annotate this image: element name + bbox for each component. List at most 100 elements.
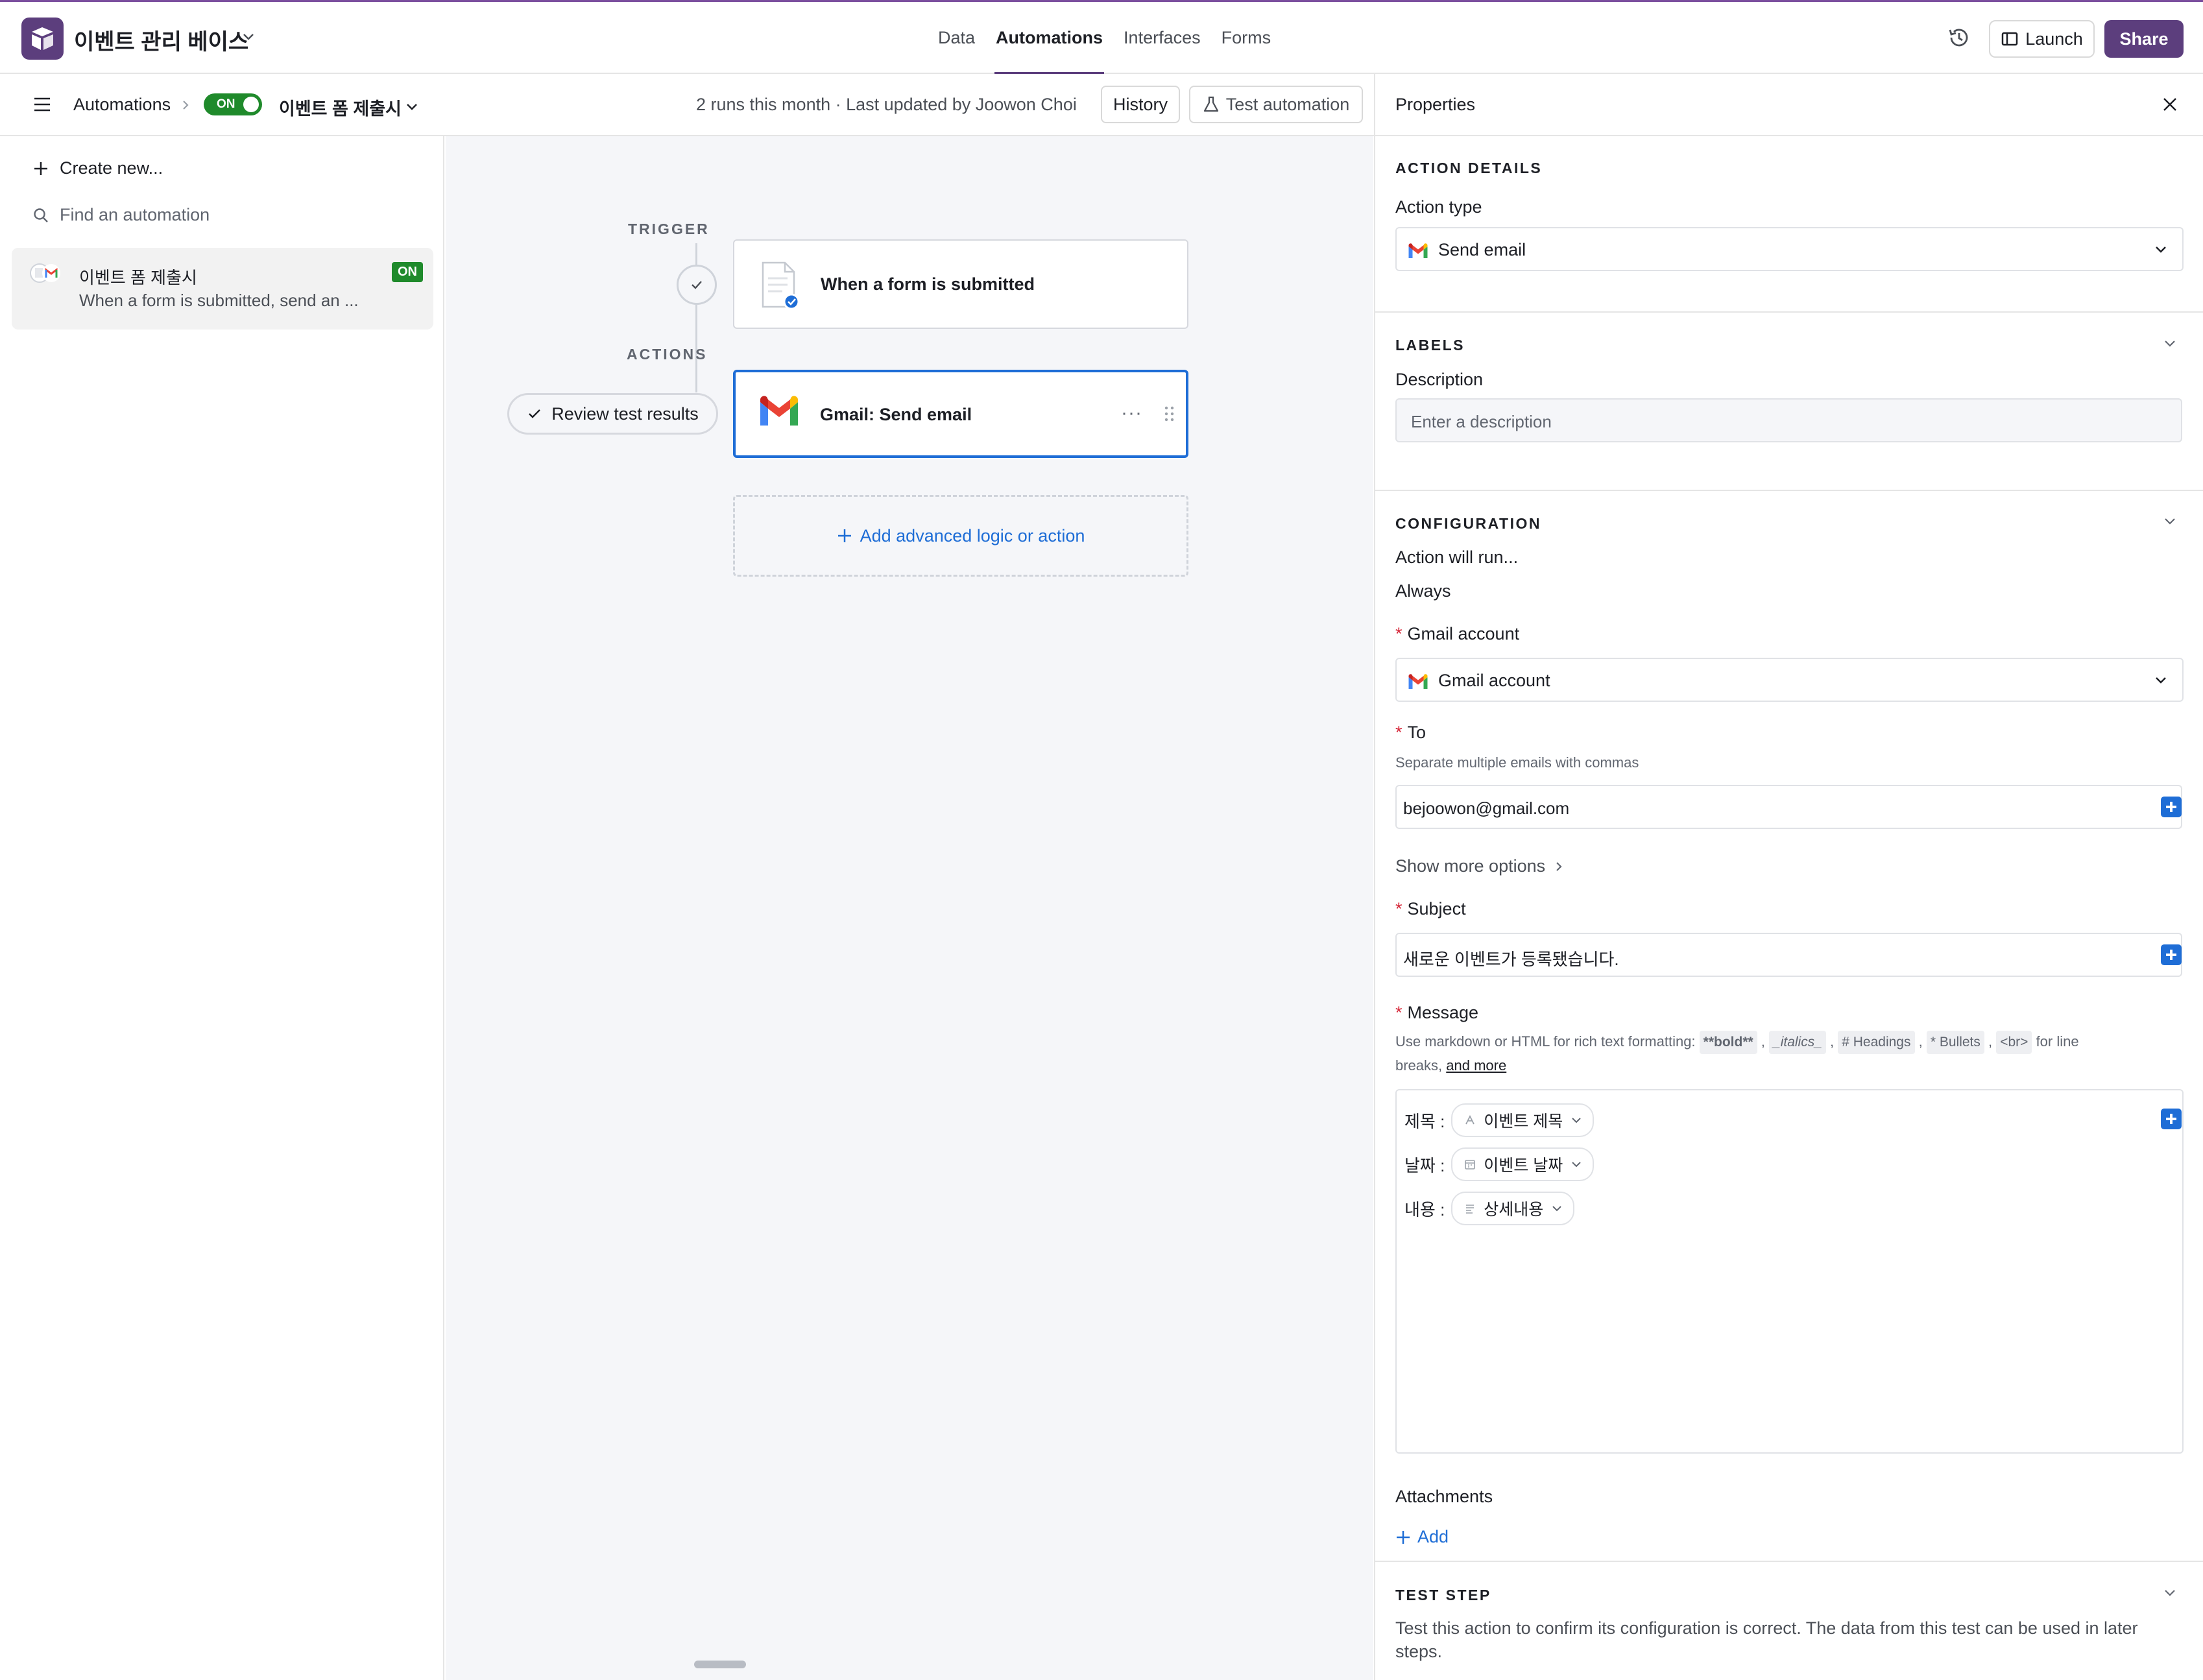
message-editor[interactable]: 제목 : 이벤트 제목 날짜 : 이벤트 날짜 내용 : 상세내용: [1395, 1089, 2184, 1454]
add-attachment-button[interactable]: Add: [1395, 1527, 1449, 1547]
status-badge: ON: [392, 262, 423, 282]
breadcrumb-automations[interactable]: Automations: [73, 95, 171, 115]
insert-field-button[interactable]: [2161, 1109, 2182, 1129]
text-field-icon: [1465, 1114, 1475, 1125]
action-type-value: Send email: [1438, 240, 1526, 259]
gmail-icon: [1408, 243, 1428, 258]
gmail-icon: [1408, 674, 1428, 689]
check-icon: [529, 409, 541, 418]
trigger-status-indicator: [677, 265, 717, 305]
code-br: <br>: [1996, 1031, 2032, 1054]
description-input[interactable]: Enter a description: [1395, 398, 2182, 442]
code-bold: **bold**: [1699, 1031, 1757, 1054]
launch-label: Launch: [2025, 29, 2083, 49]
section-divider: [1375, 311, 2203, 313]
to-label-text: To: [1407, 723, 1427, 742]
message-row: 내용 : 상세내용: [1404, 1192, 1575, 1225]
message-row-label: 내용 :: [1404, 1199, 1445, 1219]
form-gmail-icon: [30, 263, 60, 283]
trigger-section-label: TRIGGER: [628, 221, 710, 237]
show-more-options[interactable]: Show more options: [1395, 856, 1563, 876]
tab-data[interactable]: Data: [928, 2, 985, 74]
chevron-down-icon[interactable]: [2162, 1585, 2178, 1601]
automation-on-toggle[interactable]: ON: [204, 93, 262, 115]
automation-name[interactable]: 이벤트 폼 제출시: [279, 95, 402, 120]
message-help-text: Use markdown or HTML for rich text forma…: [1395, 1030, 2184, 1077]
sidebar-automation-item[interactable]: 이벤트 폼 제출시 When a form is submitted, send…: [12, 248, 433, 330]
show-more-options-label: Show more options: [1395, 856, 1546, 876]
tab-interfaces[interactable]: Interfaces: [1113, 2, 1211, 74]
field-token-chip[interactable]: 상세내용: [1451, 1192, 1575, 1225]
action-type-select[interactable]: Send email: [1395, 227, 2184, 271]
add-attachment-label: Add: [1417, 1527, 1449, 1546]
trigger-title: When a form is submitted: [821, 274, 1035, 294]
hamburger-menu-icon[interactable]: [32, 96, 52, 113]
gmail-action-card[interactable]: Gmail: Send email ···: [733, 370, 1188, 458]
message-row-label: 날짜 :: [1404, 1155, 1445, 1175]
history-button[interactable]: History: [1101, 86, 1180, 123]
chevron-down-icon[interactable]: [2162, 336, 2178, 352]
gmail-account-label-text: Gmail account: [1407, 624, 1520, 643]
tab-automations[interactable]: Automations: [985, 2, 1113, 75]
chevron-down-icon[interactable]: [241, 29, 256, 43]
automation-toolbar: Automations ON 이벤트 폼 제출시 2 runs this mon…: [0, 74, 1374, 136]
trigger-card[interactable]: When a form is submitted: [733, 239, 1188, 329]
long-text-field-icon: [1466, 1205, 1475, 1214]
review-test-results-label: Review test results: [551, 403, 699, 424]
insert-field-button[interactable]: [2161, 944, 2182, 965]
automation-item-subtitle: When a form is submitted, send an ...: [79, 291, 359, 310]
chevron-down-icon[interactable]: [405, 100, 419, 114]
test-automation-button[interactable]: Test automation: [1189, 86, 1363, 123]
action-type-label: Action type: [1395, 197, 1482, 217]
main-nav: Data Automations Interfaces Forms: [928, 2, 1282, 75]
chevron-down-icon: [1552, 1206, 1562, 1212]
tab-forms[interactable]: Forms: [1211, 2, 1282, 74]
add-advanced-logic-button[interactable]: Add advanced logic or action: [733, 495, 1188, 577]
review-test-results-button[interactable]: Review test results: [507, 393, 718, 435]
close-icon[interactable]: [2160, 95, 2180, 114]
attachments-label: Attachments: [1395, 1487, 1493, 1506]
chevron-down-icon: [1572, 1162, 1581, 1168]
base-logo-icon[interactable]: [21, 18, 64, 60]
required-asterisk: *: [1395, 1003, 1402, 1022]
properties-title: Properties: [1395, 95, 1476, 114]
gmail-account-value: Gmail account: [1438, 671, 1550, 690]
chevron-down-icon[interactable]: [2162, 514, 2178, 529]
subject-label-text: Subject: [1407, 899, 1466, 918]
subject-label: * Subject: [1395, 899, 1466, 919]
field-token-chip[interactable]: 이벤트 날짜: [1451, 1147, 1595, 1181]
launch-button[interactable]: Launch: [1989, 20, 2095, 58]
to-help-text: Separate multiple emails with commas: [1395, 754, 1639, 771]
to-label: * To: [1395, 723, 1426, 743]
required-asterisk: *: [1395, 723, 1402, 742]
gmail-account-select[interactable]: Gmail account: [1395, 658, 2184, 702]
create-new-label: Create new...: [60, 158, 163, 178]
share-button[interactable]: Share: [2104, 20, 2184, 58]
chevron-down-icon: [2156, 677, 2166, 684]
and-more-link[interactable]: and more: [1446, 1057, 1506, 1074]
field-token-chip[interactable]: 이벤트 제목: [1451, 1103, 1595, 1137]
section-divider: [1375, 490, 2203, 491]
base-title[interactable]: 이벤트 관리 베이스: [74, 24, 248, 56]
find-automation-input[interactable]: Find an automation: [32, 205, 210, 225]
insert-field-button[interactable]: [2161, 797, 2182, 817]
to-input[interactable]: bejoowon@gmail.com: [1395, 785, 2182, 829]
canvas-scroll-handle[interactable]: [694, 1661, 746, 1668]
form-submitted-icon: [762, 261, 800, 309]
history-icon[interactable]: [1947, 26, 1971, 49]
toggle-knob: [243, 97, 259, 112]
required-asterisk: *: [1395, 624, 1402, 643]
toggle-label: ON: [217, 97, 235, 111]
description-label: Description: [1395, 370, 1484, 389]
more-options-icon[interactable]: ···: [1121, 402, 1142, 424]
runs-status: 2 runs this month · Last updated by Joow…: [696, 95, 1077, 114]
subject-input[interactable]: 새로운 이벤트가 등록됐습니다.: [1395, 933, 2182, 977]
field-token-label: 상세내용: [1484, 1201, 1544, 1219]
gmail-account-label: * Gmail account: [1395, 624, 1519, 644]
properties-panel: Properties ACTION DETAILS Action type Se…: [1374, 74, 2203, 1680]
properties-header: Properties: [1375, 74, 2203, 136]
find-automation-placeholder: Find an automation: [60, 205, 210, 224]
create-new-button[interactable]: Create new...: [32, 158, 163, 178]
drag-handle-icon[interactable]: [1164, 405, 1175, 423]
action-run-value[interactable]: Always: [1395, 581, 1451, 601]
